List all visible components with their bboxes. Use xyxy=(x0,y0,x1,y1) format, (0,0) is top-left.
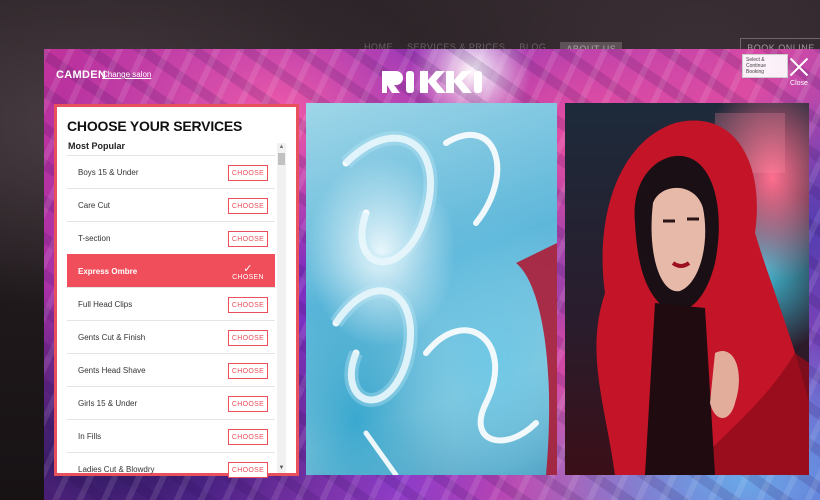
service-row[interactable]: Ladies Cut & Blowdry CHOOSE xyxy=(67,452,275,485)
chosen-label: CHOSEN xyxy=(232,273,264,281)
choose-button[interactable]: CHOOSE xyxy=(228,462,268,478)
service-row[interactable]: Gents Head Shave CHOOSE xyxy=(67,353,275,386)
salon-name: CAMDEN xyxy=(56,69,107,81)
service-name: Girls 15 & Under xyxy=(78,398,138,408)
service-row[interactable]: Full Head Clips CHOOSE xyxy=(67,287,275,320)
change-salon-link[interactable]: Change salon xyxy=(102,70,151,79)
model-photo xyxy=(565,103,809,475)
service-name: Ladies Cut & Blowdry xyxy=(78,464,155,474)
chosen-indicator[interactable]: ✓ CHOSEN xyxy=(228,260,268,284)
service-name: T-section xyxy=(78,233,111,243)
choose-button[interactable]: CHOOSE xyxy=(228,429,268,445)
service-row[interactable]: Care Cut CHOOSE xyxy=(67,188,275,221)
booking-overlay: CAMDEN Change salon Select & Continue Bo… xyxy=(44,49,820,500)
service-row[interactable]: In Fills CHOOSE xyxy=(67,419,275,452)
choose-button[interactable]: CHOOSE xyxy=(228,198,268,214)
checkmark-icon: ✓ xyxy=(243,262,253,275)
service-name: Full Head Clips xyxy=(78,299,133,309)
choose-button[interactable]: CHOOSE xyxy=(228,297,268,313)
services-scrollbar[interactable]: ▲ ▼ xyxy=(277,143,286,473)
service-name: In Fills xyxy=(78,431,102,441)
category-label: Most Popular xyxy=(68,141,126,151)
service-row-chosen[interactable]: Express Ombre ✓ CHOSEN xyxy=(67,254,275,287)
services-panel: CHOOSE YOUR SERVICES Most Popular Boys 1… xyxy=(54,104,299,478)
choose-button[interactable]: CHOOSE xyxy=(228,363,268,379)
service-row[interactable]: Boys 15 & Under CHOOSE xyxy=(67,155,275,188)
service-name: Care Cut xyxy=(78,200,111,210)
service-name: Boys 15 & Under xyxy=(78,167,139,177)
service-name: Gents Head Shave xyxy=(78,365,146,375)
close-icon[interactable] xyxy=(788,55,810,77)
service-row[interactable]: T-section CHOOSE xyxy=(67,221,275,254)
choose-button[interactable]: CHOOSE xyxy=(228,231,268,247)
continue-tooltip: Select & Continue Booking xyxy=(742,54,788,78)
close-button[interactable]: Close xyxy=(786,55,812,91)
choose-button[interactable]: CHOOSE xyxy=(228,330,268,346)
services-list: Boys 15 & Under CHOOSE Care Cut CHOOSE T… xyxy=(67,155,275,485)
rikki-logo xyxy=(380,65,484,100)
choose-button[interactable]: CHOOSE xyxy=(228,165,268,181)
service-name: Gents Cut & Finish xyxy=(78,332,146,342)
scroll-down-arrow-icon[interactable]: ▼ xyxy=(277,464,286,473)
close-label: Close xyxy=(790,80,808,87)
neon-sign-image xyxy=(306,103,557,475)
service-row[interactable]: Girls 15 & Under CHOOSE xyxy=(67,386,275,419)
scroll-up-arrow-icon[interactable]: ▲ xyxy=(277,143,286,152)
services-title: CHOOSE YOUR SERVICES xyxy=(67,118,243,134)
service-row[interactable]: Gents Cut & Finish CHOOSE xyxy=(67,320,275,353)
scroll-thumb[interactable] xyxy=(278,153,285,165)
choose-button[interactable]: CHOOSE xyxy=(228,396,268,412)
service-name: Express Ombre xyxy=(78,266,138,276)
